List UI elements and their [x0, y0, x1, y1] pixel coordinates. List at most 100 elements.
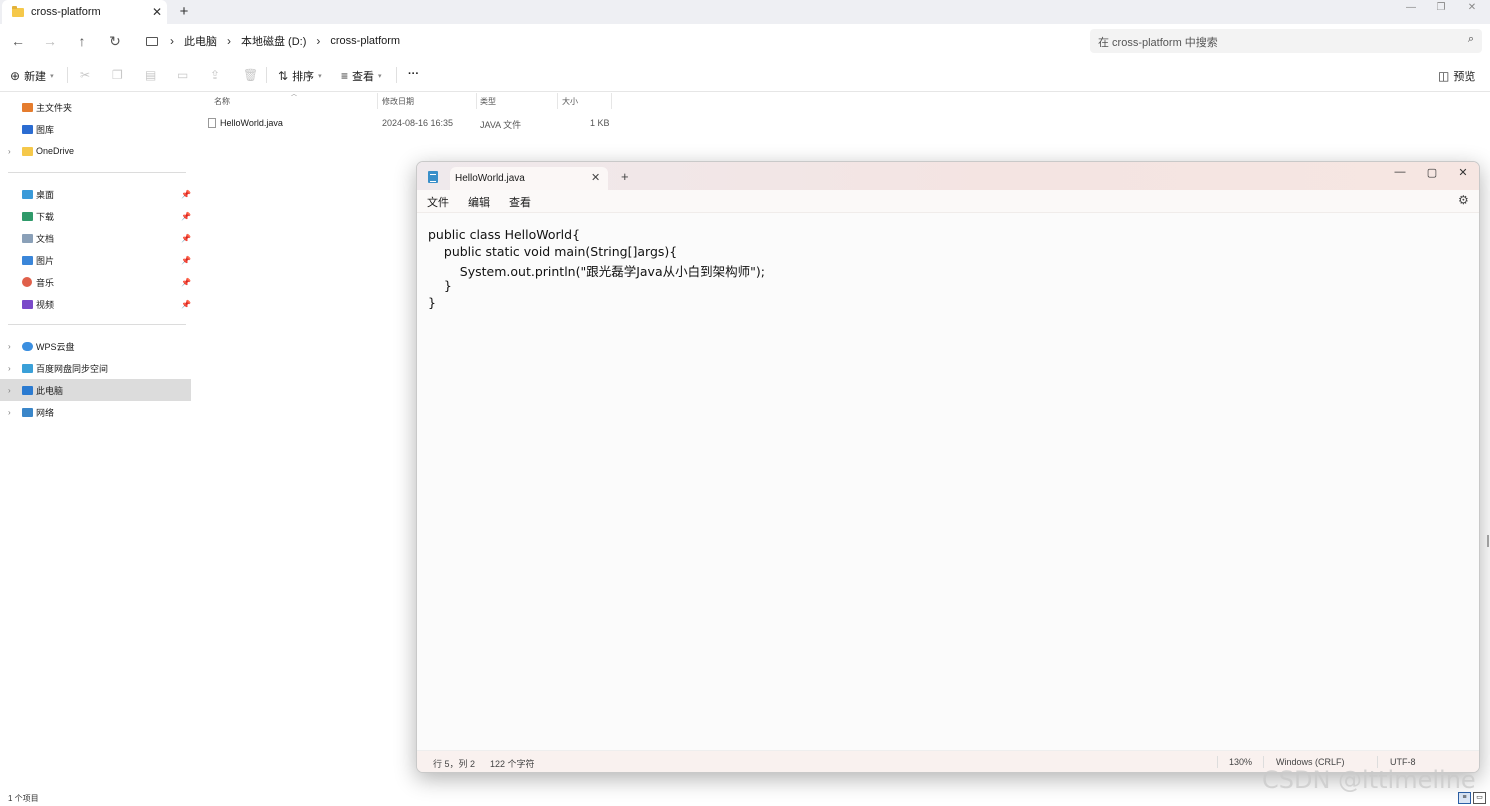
notepad-titlebar[interactable]: HelloWorld.java ✕ + — ▢ ✕ [417, 162, 1479, 190]
new-tab-button[interactable]: + [621, 169, 629, 184]
chevron-right-icon[interactable]: › [8, 408, 11, 417]
cut-icon: ✂ [80, 68, 91, 82]
restore-button[interactable]: ❐ [1426, 2, 1456, 13]
chevron-right-icon[interactable]: › [316, 34, 320, 48]
nav-item-downloads[interactable]: 下载 📌 [0, 205, 191, 227]
pictures-icon [22, 255, 33, 265]
chevron-right-icon[interactable]: › [8, 342, 11, 351]
close-icon[interactable]: ✕ [147, 5, 167, 19]
nav-item-desktop[interactable]: 桌面 📌 [0, 183, 191, 205]
up-button[interactable]: ↑ [71, 31, 93, 51]
code-line: } [428, 295, 436, 310]
pin-icon[interactable]: 📌 [181, 256, 191, 265]
column-divider[interactable] [611, 93, 612, 109]
folder-icon [12, 5, 24, 17]
preview-pane-icon: ◫ [1438, 69, 1450, 83]
column-divider[interactable] [557, 93, 558, 109]
pin-icon[interactable]: 📌 [181, 300, 191, 309]
cut-button[interactable]: ✂ [80, 68, 94, 82]
close-window-button[interactable]: ✕ [1448, 166, 1478, 179]
nav-item-music[interactable]: 音乐 📌 [0, 271, 191, 293]
nav-item-onedrive[interactable]: › OneDrive [0, 140, 191, 162]
column-header-size[interactable]: 大小 [562, 96, 578, 107]
nav-item-baidu-sync[interactable]: › 百度网盘同步空间 [0, 357, 191, 379]
menu-edit[interactable]: 编辑 [468, 194, 490, 210]
nav-item-videos[interactable]: 视频 📌 [0, 293, 191, 315]
chevron-right-icon[interactable]: › [8, 147, 11, 156]
column-divider[interactable] [377, 93, 378, 109]
column-header-name[interactable]: 名称 [214, 96, 230, 107]
rename-icon: ▭ [177, 68, 189, 82]
explorer-tab[interactable]: cross-platform ✕ [2, 0, 167, 24]
pin-icon[interactable]: 📌 [181, 212, 191, 221]
close-icon[interactable]: ✕ [591, 171, 600, 184]
refresh-button[interactable]: ↻ [104, 31, 126, 51]
copy-button[interactable]: ❐ [112, 68, 127, 82]
pin-icon[interactable]: 📌 [181, 190, 191, 199]
trash-icon: 🗑 [243, 68, 259, 82]
share-button[interactable]: ⇪ [210, 68, 224, 82]
navigation-pane: 主文件夹 图库 › OneDrive 桌面 📌 下载 📌 文档 📌 图片 📌 音… [0, 92, 192, 792]
rename-button[interactable]: ▭ [177, 68, 192, 82]
character-count: 122 个字符 [490, 759, 535, 769]
chevron-right-icon[interactable]: › [8, 364, 11, 373]
search-placeholder: 在 cross-platform 中搜索 [1098, 37, 1218, 49]
menu-view[interactable]: 查看 [509, 194, 531, 210]
column-header-modified[interactable]: 修改日期 [382, 96, 414, 107]
pin-icon[interactable]: 📌 [181, 234, 191, 243]
breadcrumb-item[interactable]: cross-platform [330, 35, 400, 47]
code-line: System.out.println("跟光磊学Java从小白到架构师"); [428, 264, 765, 279]
cloud-icon [22, 341, 33, 351]
editor-text-area[interactable]: public class HelloWorld{ public static v… [417, 212, 1479, 750]
breadcrumb-item[interactable]: 本地磁盘 (D:) [241, 33, 306, 49]
minimize-button[interactable]: — [1385, 166, 1415, 178]
nav-item-label: WPS云盘 [36, 341, 75, 352]
nav-item-this-pc[interactable]: › 此电脑 [0, 379, 191, 401]
new-tab-button[interactable]: + [176, 3, 192, 20]
nav-item-label: 桌面 [36, 189, 55, 200]
nav-item-documents[interactable]: 文档 📌 [0, 227, 191, 249]
nav-item-pictures[interactable]: 图片 📌 [0, 249, 191, 271]
minimize-button[interactable]: — [1396, 2, 1426, 13]
gear-icon[interactable]: ⚙ [1458, 193, 1469, 207]
file-size: 1 KB [590, 118, 610, 128]
menu-file[interactable]: 文件 [427, 194, 449, 210]
breadcrumb-item[interactable]: 此电脑 [184, 33, 217, 49]
chevron-right-icon[interactable]: › [8, 386, 11, 395]
pin-icon[interactable]: 📌 [181, 278, 191, 287]
scrollbar[interactable] [1487, 535, 1489, 547]
preview-button[interactable]: ◫ 预览 [1438, 68, 1475, 84]
maximize-button[interactable]: ▢ [1417, 166, 1447, 179]
nav-item-label: 主文件夹 [36, 102, 73, 113]
view-button[interactable]: ≡ 查看 ▾ [341, 68, 382, 84]
delete-button[interactable]: 🗑 [243, 68, 262, 82]
table-row[interactable]: HelloWorld.java 2024-08-16 16:35 JAVA 文件… [196, 114, 616, 132]
breadcrumb[interactable]: › 此电脑 › 本地磁盘 (D:) › cross-platform [140, 29, 1080, 53]
close-window-button[interactable]: ✕ [1457, 2, 1487, 13]
nav-item-home[interactable]: 主文件夹 [0, 96, 191, 118]
chevron-right-icon[interactable]: › [227, 34, 231, 48]
download-icon [22, 211, 33, 221]
nav-item-network[interactable]: › 网络 [0, 401, 191, 423]
paste-button[interactable]: ▤ [145, 68, 160, 82]
forward-button[interactable]: → [39, 31, 61, 51]
nav-item-gallery[interactable]: 图库 [0, 118, 191, 140]
zoom-level[interactable]: 130% [1229, 757, 1252, 767]
new-button[interactable]: ⊕ 新建 ▾ [10, 68, 54, 84]
desktop-icon [22, 189, 33, 199]
chevron-right-icon[interactable]: › [170, 34, 174, 48]
column-header-type[interactable]: 类型 [480, 96, 496, 107]
sort-button[interactable]: ⇅ 排序 ▾ [278, 68, 322, 84]
nav-item-wps-cloud[interactable]: › WPS云盘 [0, 335, 191, 357]
nav-item-label: OneDrive [36, 146, 75, 156]
column-divider[interactable] [476, 93, 477, 109]
notepad-tab-label: HelloWorld.java [455, 173, 525, 184]
back-button[interactable]: ← [7, 31, 29, 51]
more-button[interactable]: ··· [408, 68, 419, 80]
search-icon: ⌕ [1467, 33, 1474, 45]
explorer-titlebar: cross-platform ✕ + — ❐ ✕ [0, 0, 1490, 24]
search-input[interactable]: 在 cross-platform 中搜索 ⌕ [1090, 29, 1482, 53]
file-modified: 2024-08-16 16:35 [382, 118, 454, 128]
cursor-position: 行 5，列 2 [433, 759, 476, 769]
notepad-tab[interactable]: HelloWorld.java ✕ [450, 167, 608, 190]
